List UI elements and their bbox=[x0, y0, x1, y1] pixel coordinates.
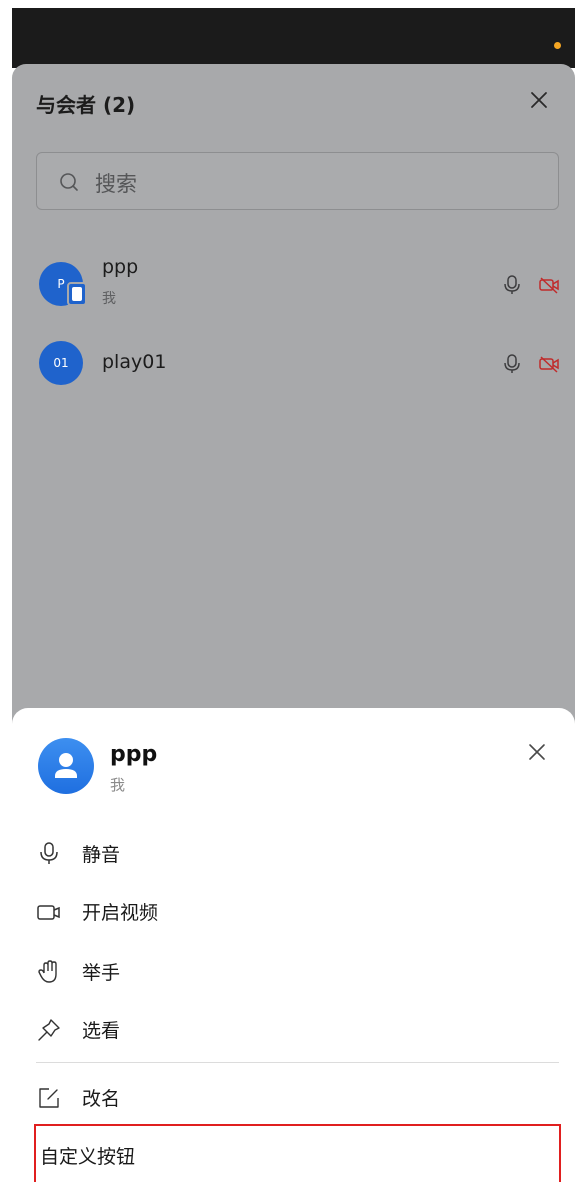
mute-button[interactable]: 静音 bbox=[12, 830, 575, 876]
pin-icon bbox=[38, 1019, 60, 1041]
camera-off-icon[interactable] bbox=[538, 354, 560, 374]
mic-icon[interactable] bbox=[502, 274, 522, 296]
panel-title: 与会者 (2) bbox=[36, 93, 136, 117]
user-icon bbox=[55, 753, 77, 778]
participant-name: play01 bbox=[102, 351, 167, 373]
sheet-sub: 我 bbox=[110, 776, 126, 794]
start-video-button[interactable]: 开启视频 bbox=[12, 888, 575, 934]
pin-view-button[interactable]: 选看 bbox=[12, 1006, 575, 1052]
participants-panel: 与会者 (2) 搜索 P ppp 我 01 play01 bbox=[12, 64, 575, 724]
close-icon[interactable] bbox=[527, 88, 551, 112]
mic-icon bbox=[40, 842, 58, 864]
search-input[interactable]: 搜索 bbox=[36, 152, 559, 210]
participant-row[interactable]: P ppp 我 bbox=[12, 254, 575, 314]
action-label: 选看 bbox=[82, 1020, 121, 1042]
mic-icon[interactable] bbox=[502, 353, 522, 375]
raise-hand-icon bbox=[38, 960, 57, 983]
search-placeholder: 搜索 bbox=[95, 172, 137, 196]
participant-action-sheet: ppp 我 静音 开启视频 举手 选看 改名 自定义按钮 bbox=[12, 708, 575, 1182]
close-icon[interactable] bbox=[525, 740, 549, 764]
action-label: 开启视频 bbox=[82, 902, 159, 924]
action-label: 举手 bbox=[82, 962, 121, 984]
participant-sub: 我 bbox=[102, 291, 116, 307]
top-bar bbox=[12, 8, 575, 68]
avatar: 01 bbox=[39, 341, 83, 385]
camera-off-icon[interactable] bbox=[538, 275, 560, 295]
custom-button[interactable]: 自定义按钮 bbox=[34, 1124, 561, 1182]
phone-icon bbox=[67, 282, 87, 306]
participant-name: ppp bbox=[102, 256, 139, 278]
edit-icon bbox=[39, 1088, 59, 1108]
action-label: 静音 bbox=[82, 844, 121, 866]
sheet-name: ppp bbox=[110, 742, 158, 767]
rename-button[interactable]: 改名 bbox=[12, 1074, 575, 1120]
custom-button-label: 自定义按钮 bbox=[40, 1146, 136, 1168]
avatar bbox=[38, 738, 94, 794]
raise-hand-button[interactable]: 举手 bbox=[12, 948, 575, 994]
participant-row[interactable]: 01 play01 bbox=[12, 339, 575, 399]
search-icon bbox=[60, 173, 78, 191]
divider bbox=[36, 1062, 559, 1063]
status-dot bbox=[554, 42, 561, 49]
video-camera-icon bbox=[37, 905, 60, 920]
action-label: 改名 bbox=[82, 1088, 121, 1110]
